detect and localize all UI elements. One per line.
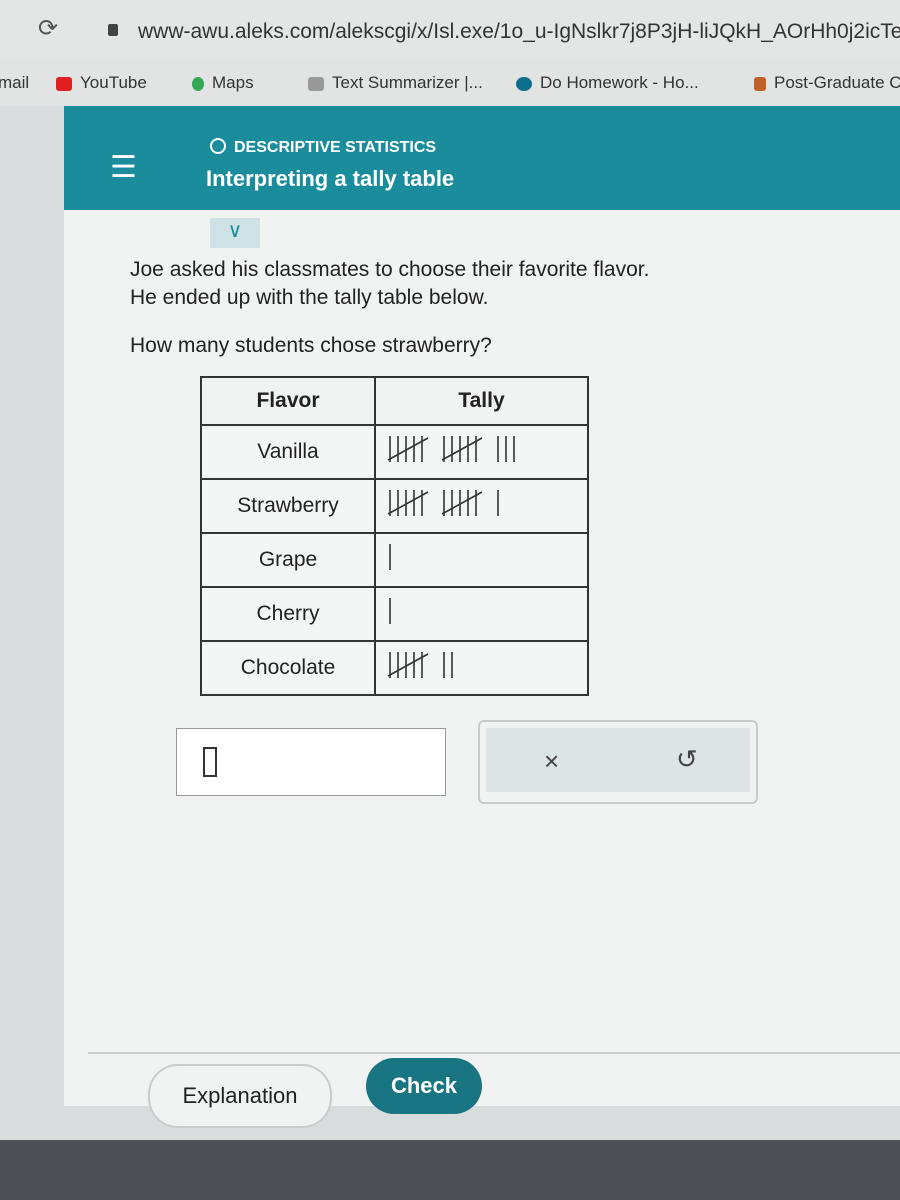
header-tally: Tally	[374, 376, 589, 426]
youtube-icon	[56, 76, 72, 91]
tally-marks	[387, 490, 499, 516]
reload-icon[interactable]: ⟳	[38, 14, 58, 43]
aleks-page: ☰ DESCRIPTIVE STATISTICS Interpreting a …	[64, 106, 900, 1128]
undo-button[interactable]: ↺	[676, 744, 698, 775]
header-flavor: Flavor	[200, 376, 376, 426]
text-cursor	[203, 747, 217, 777]
bookmark-maps[interactable]: Maps	[192, 73, 254, 93]
flavor-cell: Cherry	[200, 586, 376, 642]
tally-marks	[389, 544, 391, 570]
tally-table: Flavor Tally Vanilla Strawberry Grape Cherry…	[200, 376, 589, 696]
circle-icon	[210, 138, 226, 154]
bookmark-do-homework[interactable]: Do Homework - Ho...	[516, 73, 699, 93]
tally-marks	[387, 652, 453, 678]
topic-text: DESCRIPTIVE STATISTICS	[234, 139, 437, 156]
flavor-cell: Vanilla	[200, 424, 376, 480]
flavor-cell: Strawberry	[200, 478, 376, 534]
tally-cell	[374, 424, 589, 480]
shield-icon	[754, 76, 766, 91]
pearson-icon	[516, 76, 532, 91]
flavor-cell: Grape	[200, 532, 376, 588]
tally-marks	[389, 598, 391, 624]
topic-header: ☰ DESCRIPTIVE STATISTICS Interpreting a …	[64, 106, 900, 210]
table-row: Grape	[200, 532, 589, 588]
url-field[interactable]: www-awu.aleks.com/alekscgi/x/Isl.exe/1o_…	[138, 20, 900, 44]
check-button[interactable]: Check	[366, 1058, 482, 1114]
question-line-2: He ended up with the tally table below.	[130, 286, 489, 309]
feather-icon	[308, 76, 324, 91]
taskbar	[0, 1140, 900, 1200]
bookmarks-bar: mail YouTube Maps Text Summarizer |... D…	[0, 60, 900, 106]
bookmark-post-graduate[interactable]: Post-Graduate C	[754, 73, 900, 93]
tally-marks	[387, 436, 515, 462]
tally-cell	[374, 586, 589, 642]
menu-icon[interactable]: ☰	[110, 150, 137, 185]
tally-cell	[374, 478, 589, 534]
maps-icon	[192, 76, 204, 91]
table-row: Chocolate	[200, 640, 589, 696]
table-row: Strawberry	[200, 478, 589, 534]
explanation-button[interactable]: Explanation	[148, 1064, 332, 1128]
clear-button[interactable]: ×	[544, 746, 559, 777]
footer-divider	[88, 1052, 900, 1054]
table-row: Vanilla	[200, 424, 589, 480]
question-prompt: How many students chose strawberry?	[130, 334, 492, 357]
bookmark-mail[interactable]: mail	[0, 73, 29, 93]
topic-label: DESCRIPTIVE STATISTICS	[210, 138, 436, 157]
chevron-down-icon[interactable]: ∨	[210, 218, 260, 248]
page-title: Interpreting a tally table	[206, 166, 455, 191]
tally-cell	[374, 640, 589, 696]
table-row: Cherry	[200, 586, 589, 642]
bookmark-text-summarizer[interactable]: Text Summarizer |...	[308, 73, 483, 93]
question-line-1: Joe asked his classmates to choose their…	[130, 258, 650, 281]
bookmark-youtube[interactable]: YouTube	[56, 73, 147, 93]
address-bar: ⟳ www-awu.aleks.com/alekscgi/x/Isl.exe/1…	[0, 0, 900, 60]
flavor-cell: Chocolate	[200, 640, 376, 696]
answer-input[interactable]	[176, 728, 446, 796]
answer-tools: × ↺	[478, 720, 758, 804]
lock-icon	[108, 24, 118, 36]
tally-cell	[374, 532, 589, 588]
